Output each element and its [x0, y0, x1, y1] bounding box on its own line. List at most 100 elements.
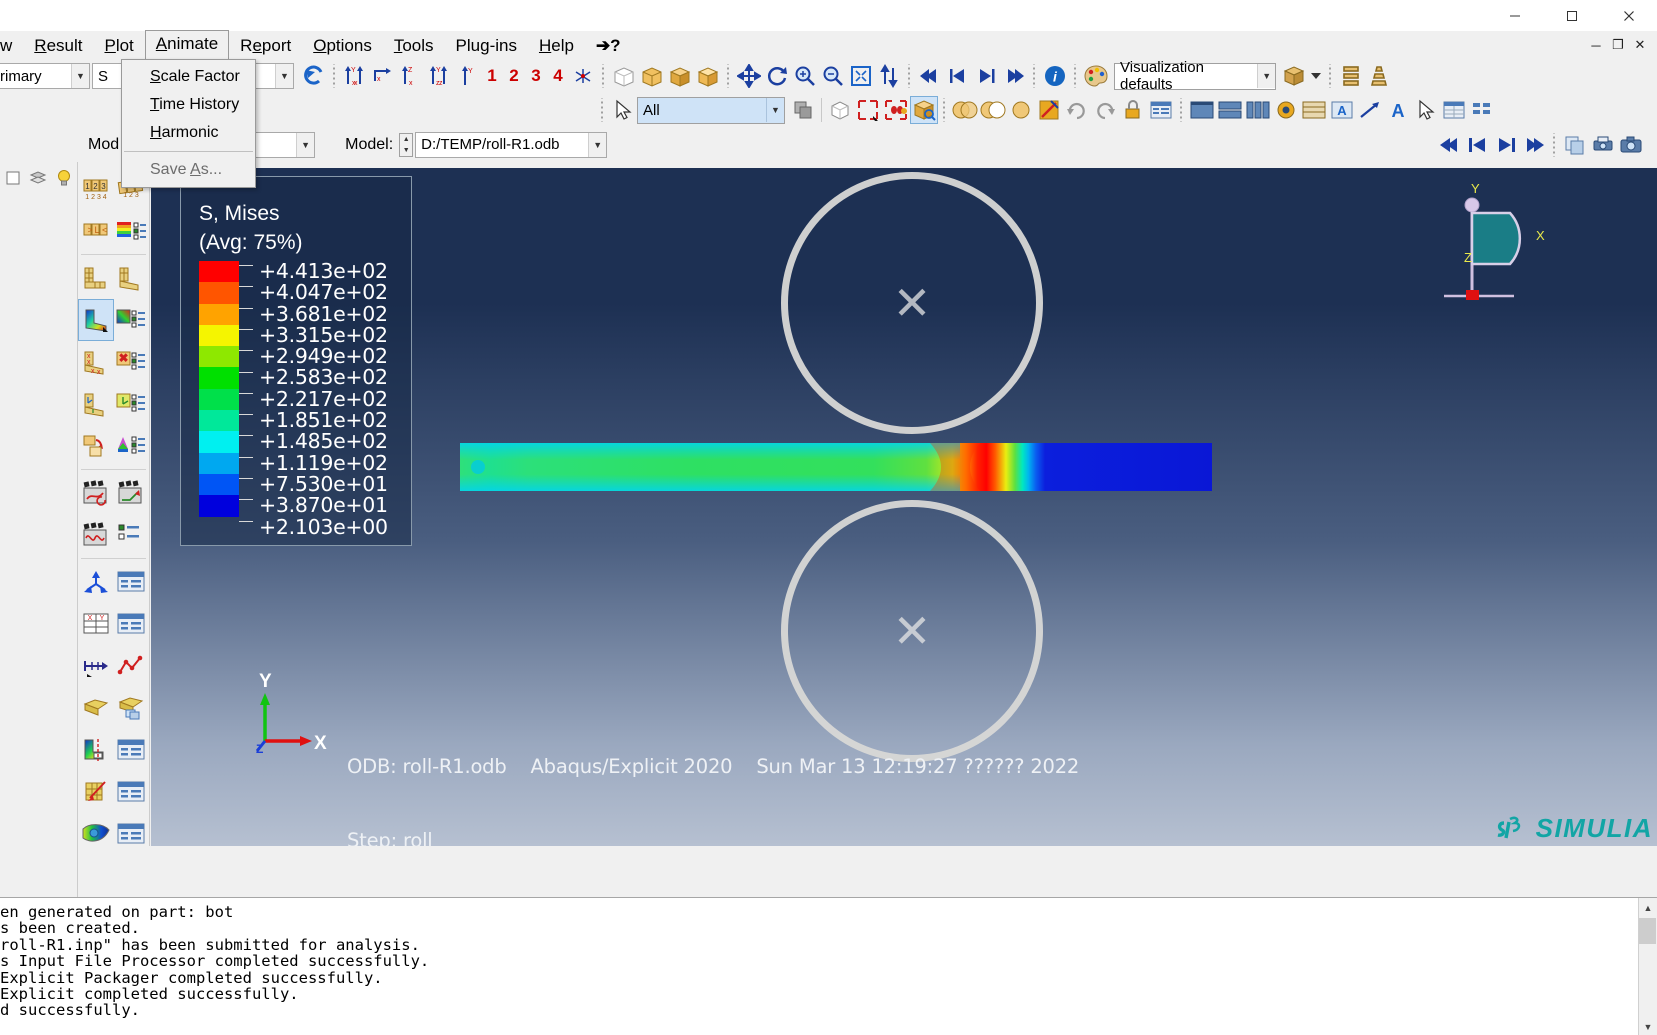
- viewport-perspective-icon[interactable]: [1365, 62, 1393, 90]
- link-viewport-icon[interactable]: [1272, 96, 1300, 124]
- animate-harmonic-icon[interactable]: [78, 514, 114, 556]
- select-annotation-icon[interactable]: [1412, 96, 1440, 124]
- visualization-defaults-combo[interactable]: Visualization defaults ▼: [1114, 59, 1276, 93]
- contour-options-icon[interactable]: [114, 210, 150, 252]
- menu-view-truncated[interactable]: w: [0, 32, 23, 60]
- viewport-2-icon[interactable]: [1216, 96, 1244, 124]
- apply-view-icon[interactable]: [569, 62, 597, 90]
- plot-redo-icon[interactable]: [1091, 96, 1119, 124]
- symbol-plot-icon[interactable]: xxxx: [78, 341, 114, 383]
- toolbar-grip[interactable]: [1550, 132, 1559, 157]
- extend-selection-icon[interactable]: [826, 96, 854, 124]
- lock-group-icon[interactable]: [1035, 96, 1063, 124]
- superimpose-options-panel-icon[interactable]: [114, 425, 150, 467]
- display-group-icon[interactable]: [910, 96, 938, 124]
- menu-plot[interactable]: Plot: [93, 32, 144, 60]
- copy-viewport-icon[interactable]: [1561, 131, 1589, 159]
- view-preset-4-button[interactable]: 4: [547, 66, 569, 86]
- wireframe-icon[interactable]: [610, 62, 638, 90]
- checkbox-icon[interactable]: [4, 169, 22, 192]
- animate-time-history-icon[interactable]: [78, 472, 114, 514]
- zoom-out-icon[interactable]: [819, 62, 847, 90]
- flip-view-icon[interactable]: [875, 62, 903, 90]
- lightbulb-icon[interactable]: [54, 168, 74, 193]
- toolbar-grip[interactable]: [1071, 64, 1080, 88]
- group-lock-icon[interactable]: [1119, 96, 1147, 124]
- replace-selection-icon[interactable]: [789, 96, 817, 124]
- menu-item-save-as[interactable]: Save As...: [122, 156, 255, 184]
- viewport-rows-icon[interactable]: [1337, 62, 1365, 90]
- viewport[interactable]: S, Mises (Avg: 75%) +4.413e+02 +4.047e+02…: [151, 168, 1657, 846]
- model-combo[interactable]: D:/TEMP/roll-R1.odb ▼: [415, 131, 608, 158]
- model-spinner[interactable]: ▲ ▼: [399, 132, 414, 157]
- annotation-a-icon[interactable]: A: [1328, 96, 1356, 124]
- selection-arrow-icon[interactable]: [609, 96, 637, 124]
- plot-symbol-icon[interactable]: > L <: [78, 210, 114, 252]
- arrow-annotation-icon[interactable]: [1356, 96, 1384, 124]
- previous-increment-icon[interactable]: [1464, 131, 1492, 159]
- table-icon[interactable]: [1440, 96, 1468, 124]
- view-preset-1-button[interactable]: 1: [481, 66, 503, 86]
- plot-undo-icon[interactable]: [1063, 96, 1091, 124]
- chevron-down-icon[interactable]: ▼: [71, 64, 89, 88]
- toolbar-grip[interactable]: [905, 64, 914, 88]
- view-xy-icon[interactable]: Yxx: [341, 62, 369, 90]
- stress-linearization-icon[interactable]: [78, 729, 114, 771]
- view-xz-icon[interactable]: x: [369, 62, 397, 90]
- viewport-cube-icon[interactable]: [1280, 62, 1308, 90]
- next-increment-icon[interactable]: [1492, 131, 1520, 159]
- filled-icon[interactable]: [694, 62, 722, 90]
- window-minimize-button[interactable]: [1486, 0, 1543, 32]
- menu-options[interactable]: Options: [302, 32, 383, 60]
- spinner-down-icon[interactable]: ▼: [400, 145, 412, 156]
- window-maximize-button[interactable]: [1543, 0, 1600, 32]
- view-preset-2-button[interactable]: 2: [503, 66, 525, 86]
- viewport-1-icon[interactable]: [1188, 96, 1216, 124]
- last-frame-icon[interactable]: [1000, 62, 1028, 90]
- intersect-group-icon[interactable]: [979, 96, 1007, 124]
- scroll-up-icon[interactable]: ▲: [1639, 898, 1657, 917]
- animate-scale-factor-icon[interactable]: [114, 472, 150, 514]
- message-scrollbar-thumb[interactable]: [1639, 918, 1656, 944]
- mdi-minimize-button[interactable]: ─: [1585, 38, 1607, 53]
- shaded-icon[interactable]: [666, 62, 694, 90]
- remove-group-icon[interactable]: [1007, 96, 1035, 124]
- node-select-icon[interactable]: [882, 96, 910, 124]
- toolbar-grip[interactable]: [330, 64, 339, 88]
- menu-item-scale-factor[interactable]: Scale Factor: [122, 63, 255, 91]
- chevron-down-icon[interactable]: ▼: [275, 64, 293, 88]
- chevron-down-icon[interactable]: ▼: [1257, 64, 1275, 88]
- toolbar-grip[interactable]: [940, 98, 949, 122]
- chevron-down-icon[interactable]: ▼: [296, 132, 315, 157]
- view-cut-icon[interactable]: [78, 771, 114, 813]
- first-frame-icon[interactable]: [916, 62, 944, 90]
- view-zx-icon[interactable]: Zx: [397, 62, 425, 90]
- info-icon[interactable]: i: [1041, 62, 1069, 90]
- last-increment-icon[interactable]: [1520, 131, 1548, 159]
- view-axis-icon[interactable]: Y: [453, 62, 481, 90]
- hidden-line-icon[interactable]: [638, 62, 666, 90]
- grid-icon[interactable]: [1468, 96, 1496, 124]
- contour-plot-icon[interactable]: [78, 299, 114, 341]
- play-forward-icon[interactable]: [972, 62, 1000, 90]
- layers-icon[interactable]: [28, 169, 48, 192]
- superimpose-icon[interactable]: [78, 425, 114, 467]
- menu-tools[interactable]: Tools: [383, 32, 445, 60]
- toolbar-grip[interactable]: [1030, 64, 1039, 88]
- path-create-icon[interactable]: [78, 645, 114, 687]
- spinner-up-icon[interactable]: ▲: [400, 134, 412, 145]
- xy-plot-icon[interactable]: [114, 645, 150, 687]
- xy-data-manager-icon[interactable]: [114, 603, 150, 645]
- chevron-down-icon[interactable]: [1308, 62, 1324, 90]
- animation-options-icon[interactable]: [114, 514, 150, 556]
- menu-report[interactable]: Report: [229, 32, 302, 60]
- drag-box-select-icon[interactable]: [854, 96, 882, 124]
- material-options-panel-icon[interactable]: [114, 383, 150, 425]
- tile-viewport-icon[interactable]: [1300, 96, 1328, 124]
- chevron-down-icon[interactable]: ▼: [766, 98, 784, 122]
- view-cut-manager-icon[interactable]: [114, 771, 150, 813]
- print-viewport-icon[interactable]: [1589, 131, 1617, 159]
- probe-values-icon[interactable]: [78, 561, 114, 603]
- fit-view-icon[interactable]: [847, 62, 875, 90]
- menu-item-harmonic[interactable]: Harmonic: [122, 119, 255, 147]
